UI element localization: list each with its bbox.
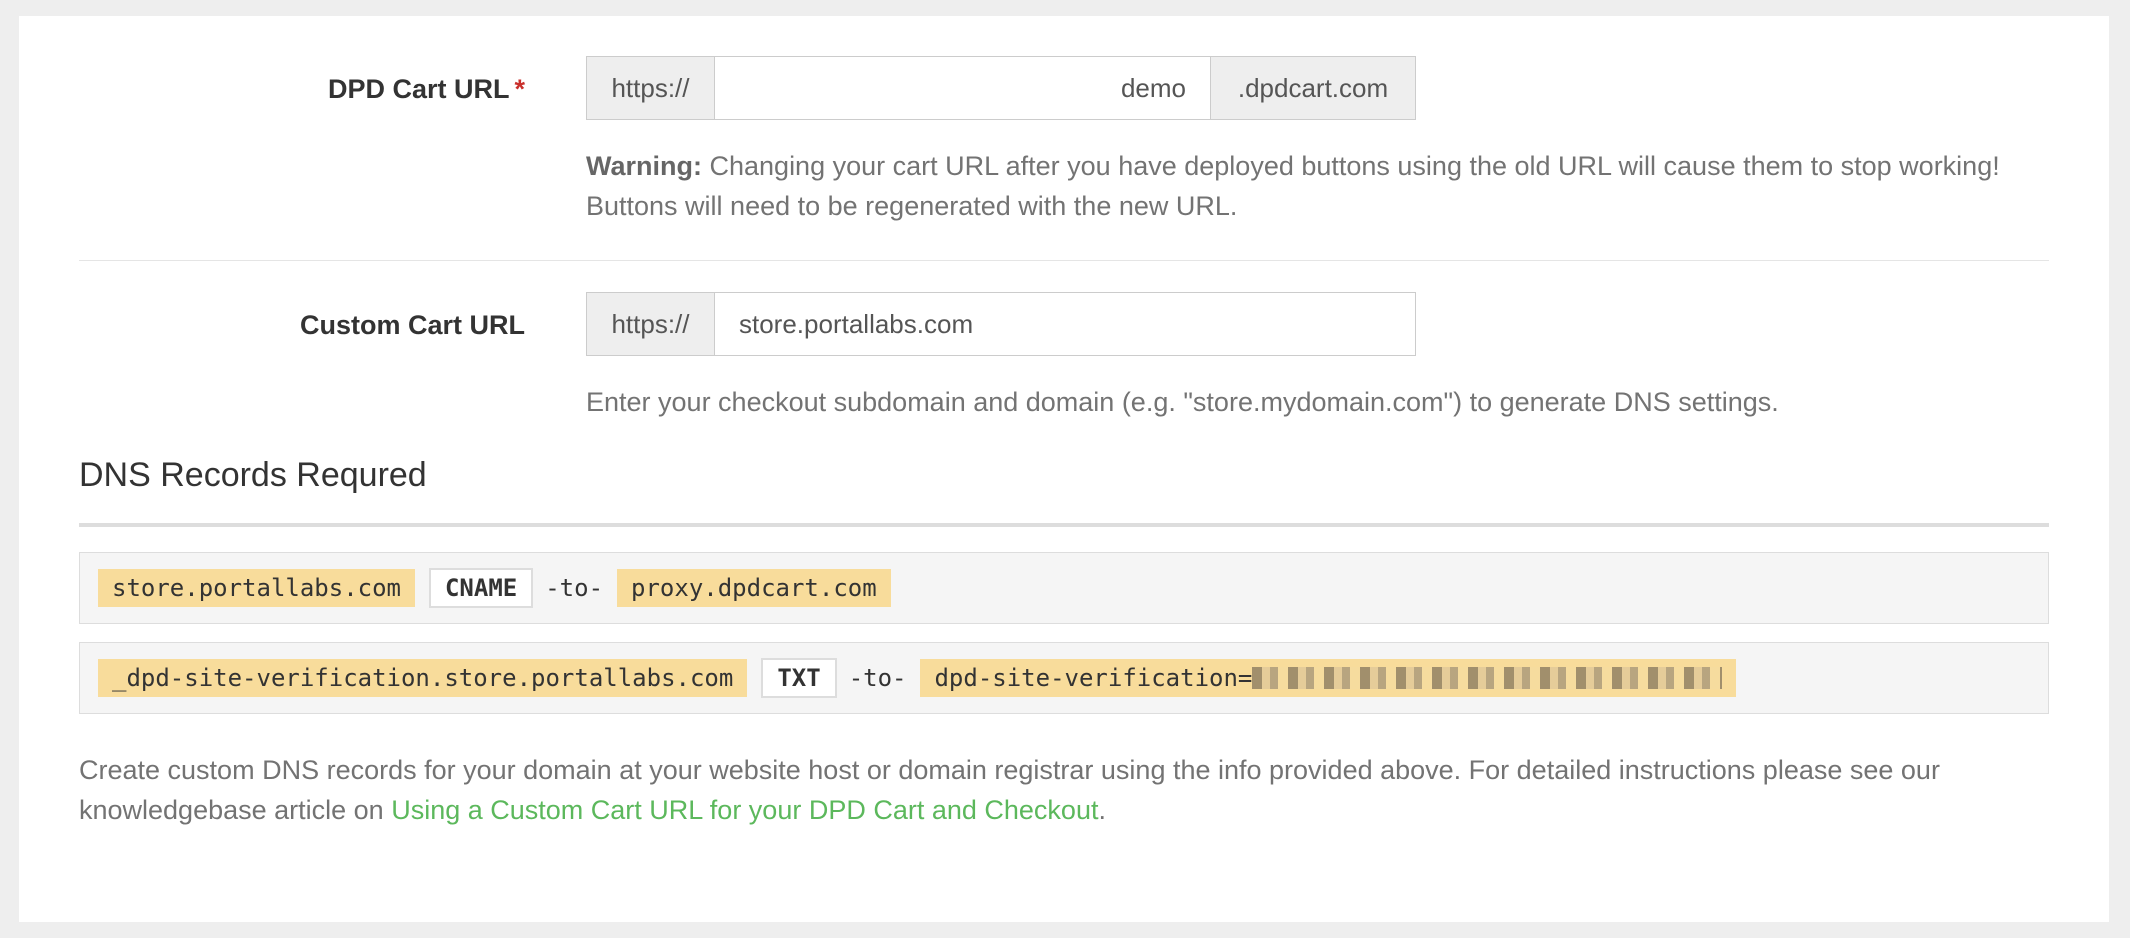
dns-record-target-highlight: dpd-site-verification= — [920, 659, 1737, 697]
section-divider — [79, 260, 2049, 261]
dpd-cart-url-input-group: https:// .dpdcart.com — [586, 56, 1416, 120]
dns-record-type: TXT — [761, 658, 837, 698]
warning-text: Changing your cart URL after you have de… — [586, 151, 2000, 221]
dpdcart-domain-suffix-addon: .dpdcart.com — [1210, 57, 1415, 119]
custom-cart-url-input-group: https:// — [586, 292, 1416, 356]
required-marker: * — [514, 74, 525, 104]
custom-cart-url-input[interactable] — [715, 293, 1415, 355]
knowledgebase-article-link[interactable]: Using a Custom Cart URL for your DPD Car… — [391, 795, 1098, 825]
dpd-cart-url-label-text: DPD Cart URL — [327, 74, 510, 104]
dns-record-connector: -to- — [545, 574, 604, 602]
dns-instructions-end: . — [1098, 795, 1106, 825]
dns-instructions: Create custom DNS records for your domai… — [79, 750, 2049, 830]
settings-panel: DPD Cart URL* https:// .dpdcart.com Warn… — [19, 16, 2109, 922]
dns-record-host: store.portallabs.com — [98, 569, 415, 607]
dpd-cart-url-label: DPD Cart URL * — [79, 74, 525, 105]
dns-record-cname: store.portallabs.com CNAME -to- proxy.dp… — [79, 552, 2049, 624]
dns-record-host: _dpd-site-verification.store.portallabs.… — [98, 659, 748, 697]
url-change-warning: Warning: Changing your cart URL after yo… — [586, 146, 2026, 226]
https-prefix-addon: https:// — [587, 57, 715, 119]
redacted-verification-token — [1252, 667, 1723, 689]
dns-record-connector: -to- — [848, 664, 907, 692]
custom-cart-url-label: Custom Cart URL — [299, 310, 525, 340]
dns-record-target: dpd-site-verification= — [934, 664, 1253, 692]
custom-url-help-text: Enter your checkout subdomain and domain… — [586, 387, 1779, 417]
dns-record-type: CNAME — [428, 568, 534, 608]
dns-title-rule — [79, 523, 2049, 527]
https-prefix-addon: https:// — [587, 293, 715, 355]
dpd-cart-subdomain-input[interactable] — [715, 57, 1210, 119]
warning-label: Warning: — [586, 151, 702, 181]
dns-record-target: proxy.dpdcart.com — [617, 569, 891, 607]
dns-records-title: DNS Records Requred — [79, 456, 427, 494]
dns-record-txt: _dpd-site-verification.store.portallabs.… — [79, 642, 2049, 714]
